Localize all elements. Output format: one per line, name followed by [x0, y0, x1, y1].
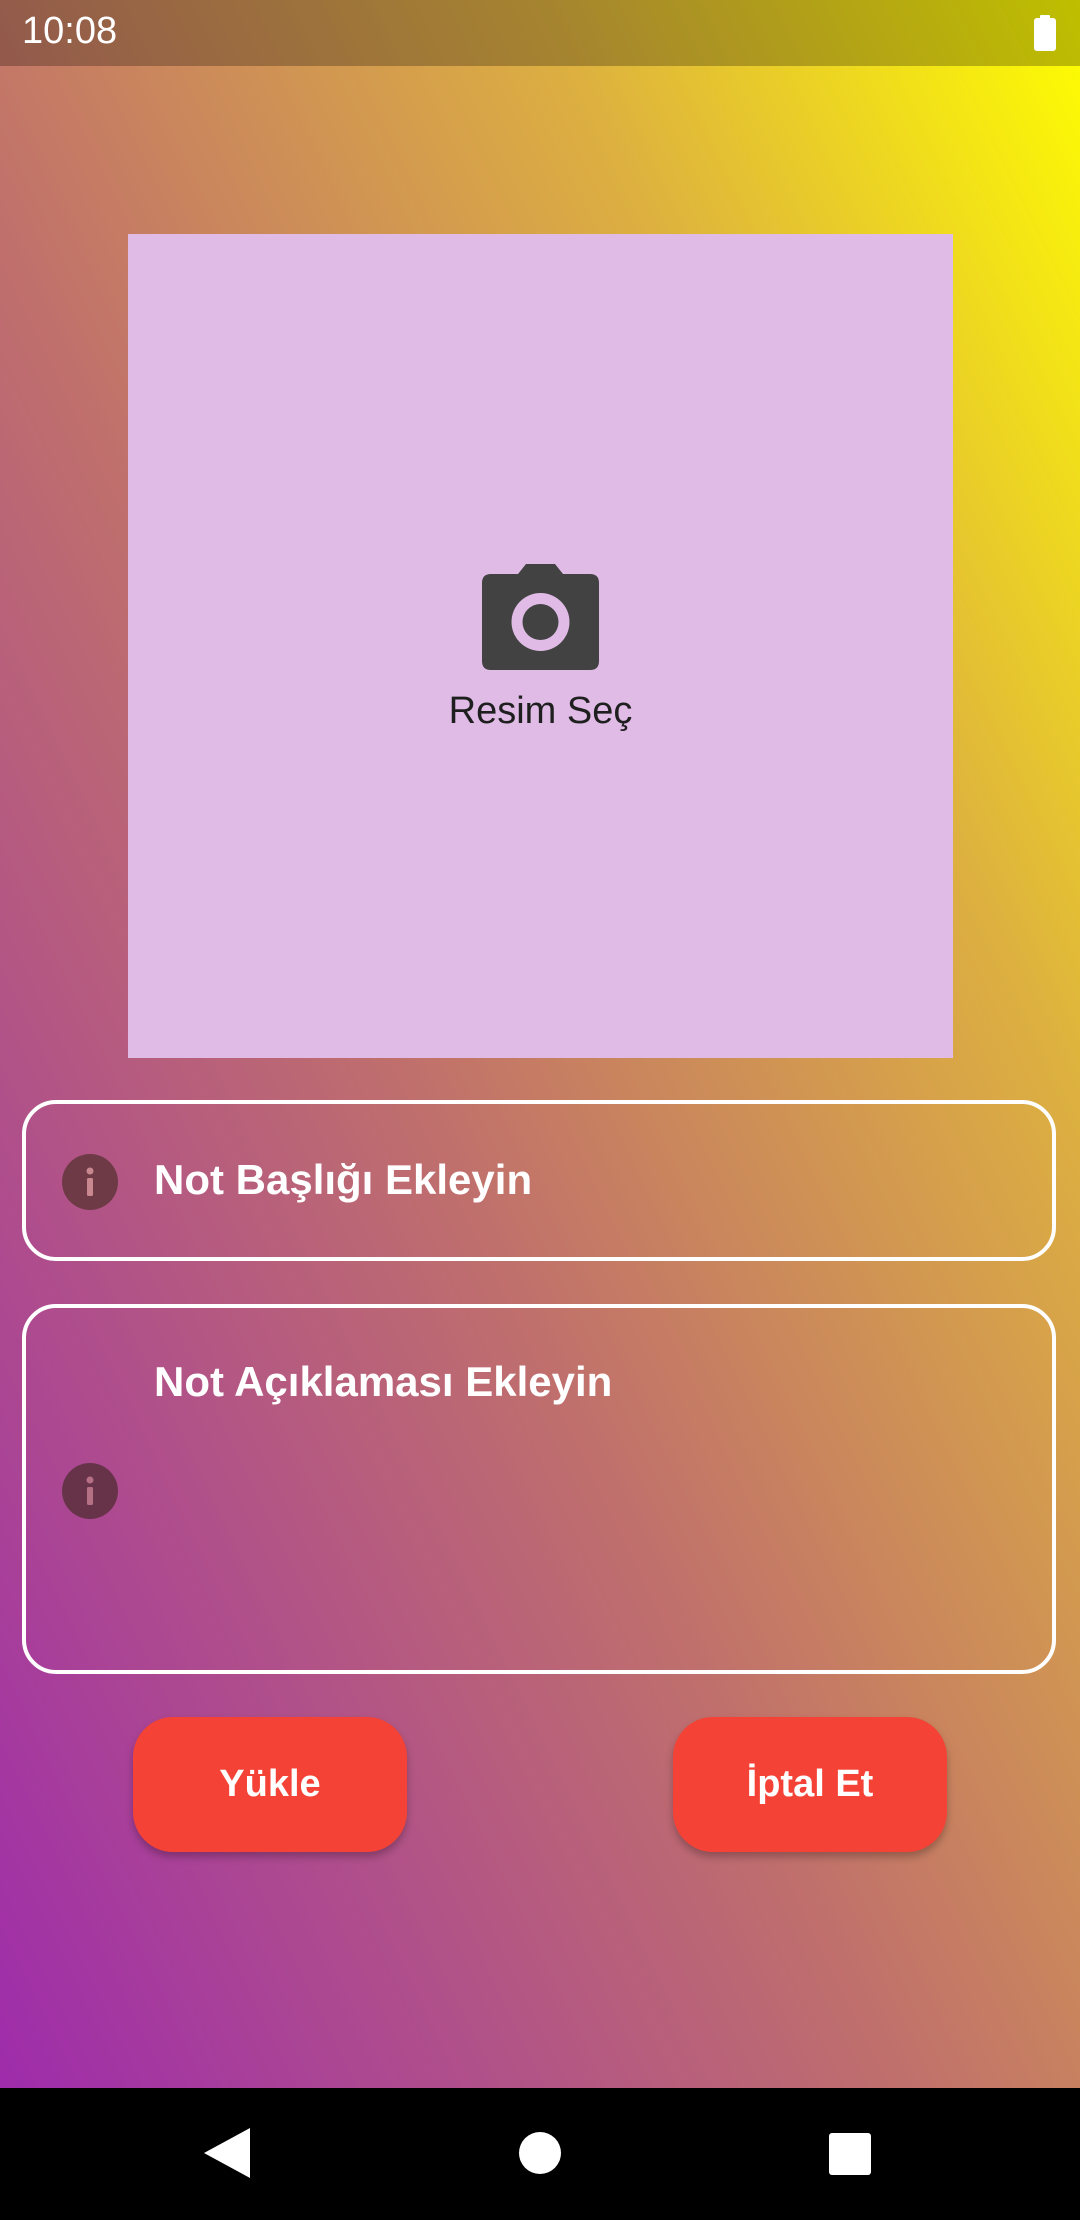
- add-note-screen: 10:08 Resim Seç Not Başlığı Ekleyin Not …: [0, 0, 1080, 2220]
- back-icon[interactable]: [204, 2128, 250, 2178]
- note-description-placeholder: Not Açıklaması Ekleyin: [154, 1358, 613, 1405]
- image-picker[interactable]: Resim Seç: [128, 234, 953, 1058]
- info-icon: [62, 1463, 118, 1519]
- note-title-field[interactable]: Not Başlığı Ekleyin: [22, 1100, 1056, 1261]
- navigation-bar: [0, 2088, 1080, 2220]
- upload-button[interactable]: Yükle: [133, 1717, 407, 1852]
- cancel-button[interactable]: İptal Et: [673, 1717, 947, 1852]
- note-description-field[interactable]: Not Açıklaması Ekleyin: [22, 1304, 1056, 1674]
- recents-icon[interactable]: [829, 2133, 871, 2175]
- status-time: 10:08: [22, 10, 118, 52]
- info-icon: [62, 1154, 118, 1210]
- camera-icon: [482, 564, 599, 670]
- home-icon[interactable]: [518, 2131, 562, 2175]
- image-picker-label: Resim Seç: [448, 690, 633, 732]
- battery-full-icon: [1034, 15, 1056, 51]
- status-bar: 10:08: [0, 0, 1080, 66]
- note-title-placeholder: Not Başlığı Ekleyin: [154, 1156, 533, 1203]
